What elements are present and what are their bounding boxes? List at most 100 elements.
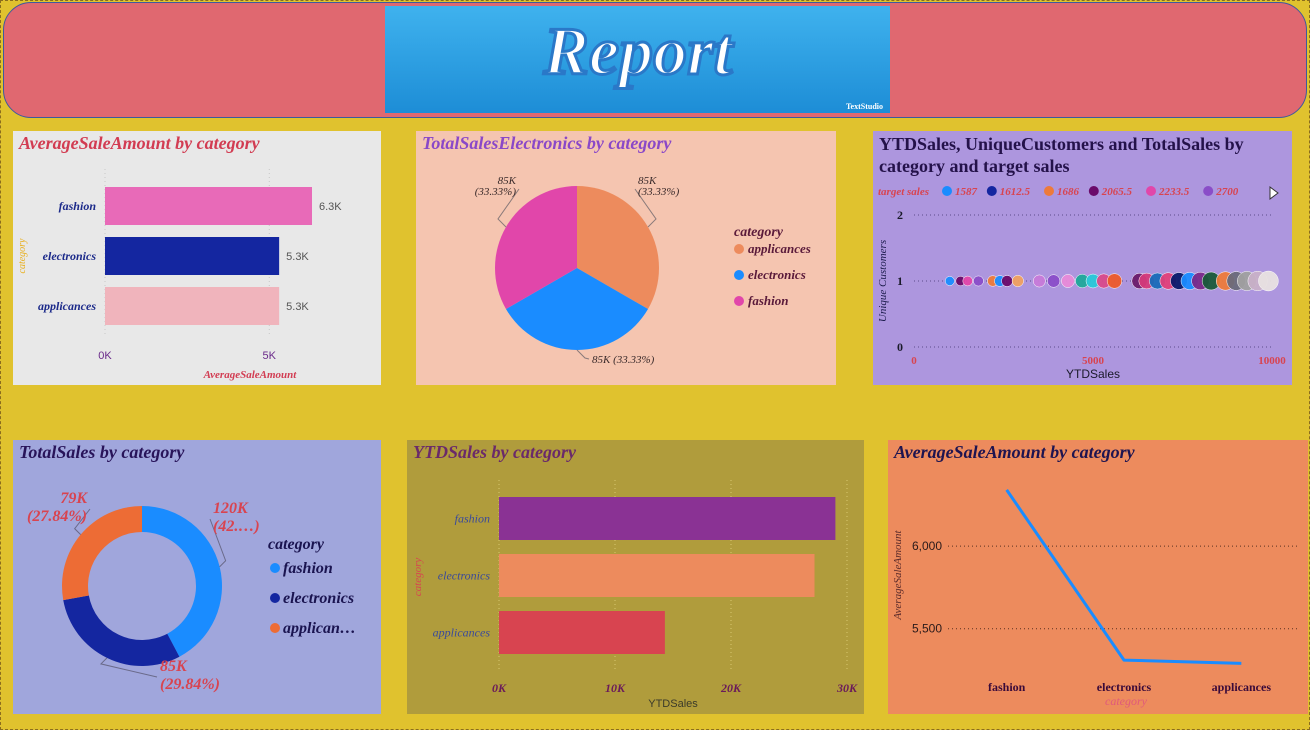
legend-marker bbox=[1146, 186, 1156, 196]
x-tick-label: applicances bbox=[1212, 680, 1272, 694]
legend-marker bbox=[734, 244, 744, 254]
legend-marker bbox=[270, 623, 280, 633]
bar bbox=[105, 287, 280, 325]
ytd-scatter-chart: target sales 1587 1612.5 1686 2065.5 2233.5 27… bbox=[877, 186, 1286, 381]
legend-title: target sales bbox=[878, 186, 929, 198]
category-label: applicances bbox=[38, 299, 96, 313]
scatter-point bbox=[1258, 270, 1279, 292]
scatter-point bbox=[944, 276, 955, 286]
bar bbox=[499, 554, 815, 597]
legend-label: electronics bbox=[283, 590, 354, 607]
logo-credit: TextStudio bbox=[846, 102, 883, 111]
x-axis-title: YTDSales bbox=[1066, 367, 1120, 381]
data-label: 120K (42.…) bbox=[213, 500, 260, 535]
legend-marker bbox=[734, 270, 744, 280]
bar bbox=[105, 237, 280, 275]
y-tick-label: 1 bbox=[897, 274, 903, 288]
legend-label: electronics bbox=[748, 267, 806, 282]
logo-text: Report bbox=[543, 13, 735, 89]
data-label: 6.3K bbox=[319, 201, 342, 213]
y-tick-label: 6,000 bbox=[912, 539, 942, 553]
x-tick-label: 10000 bbox=[1258, 355, 1286, 367]
legend-label: fashion bbox=[748, 293, 788, 308]
data-label: 85K (33.33%) bbox=[592, 354, 655, 366]
legend-marker bbox=[986, 186, 997, 196]
legend-marker bbox=[1044, 186, 1054, 196]
legend-label: 1686 bbox=[1057, 186, 1080, 198]
total-sales-donut-tile[interactable]: TotalSales by category 120K (42.…) 85K (29.… bbox=[13, 440, 381, 714]
scatter-point bbox=[1106, 273, 1123, 289]
ytd-sales-bar-chart: 0K 10K 20K 30K fashion electronics applicances… bbox=[412, 480, 858, 710]
legend-label: applican… bbox=[283, 620, 356, 637]
legend-marker bbox=[270, 563, 280, 573]
data-label: 85K (33.33%) bbox=[475, 175, 517, 198]
data-label: 85K (33.33%) bbox=[638, 175, 680, 198]
line-series bbox=[1005, 489, 1242, 665]
x-axis-title: YTDSales bbox=[648, 698, 698, 710]
legend-label: 2233.5 bbox=[1158, 186, 1190, 198]
y-tick-label: 0 bbox=[897, 340, 903, 354]
avg-sale-line-chart: 6,000 5,500 fashion electronics applicances c… bbox=[892, 489, 1300, 708]
y-tick-label: 2 bbox=[897, 208, 903, 222]
scatter-point bbox=[1001, 275, 1013, 287]
x-tick-label: 30K bbox=[836, 681, 858, 695]
data-label: 85K (29.84%) bbox=[160, 658, 220, 693]
data-label: 5.3K bbox=[286, 301, 309, 313]
x-tick-label: 10K bbox=[605, 681, 626, 695]
donut-slice bbox=[142, 506, 222, 657]
scatter-point bbox=[962, 275, 973, 287]
x-tick-label: 20K bbox=[720, 681, 742, 695]
legend-title: category bbox=[734, 225, 784, 240]
avg-sale-bar-tile[interactable]: AverageSaleAmount by category 0K 5K fashio… bbox=[13, 131, 381, 385]
ytd-scatter-tile[interactable]: YTDSales, UniqueCustomers and TotalSales… bbox=[873, 131, 1292, 385]
leader-line bbox=[576, 349, 590, 360]
ytd-sales-bar-tile[interactable]: YTDSales by category 0K 10K 20K 30K fashion e… bbox=[407, 440, 864, 714]
avg-sale-bar-chart: 0K 5K fashion 6.3K electronics 5.3K applicance… bbox=[17, 169, 342, 381]
legend-title: category bbox=[268, 536, 325, 553]
legend-marker bbox=[1203, 186, 1214, 196]
x-tick-label: 0 bbox=[911, 355, 917, 367]
report-logo: Report TextStudio bbox=[385, 6, 890, 113]
data-label: 5.3K bbox=[286, 251, 309, 263]
category-label: electronics bbox=[438, 569, 491, 583]
legend-marker bbox=[734, 296, 744, 306]
legend-label: 1587 bbox=[955, 186, 978, 198]
y-axis-title: Unique Customers bbox=[877, 240, 889, 322]
bar bbox=[105, 187, 312, 225]
x-tick-label: 0K bbox=[492, 681, 507, 695]
y-axis-title: category bbox=[17, 238, 28, 274]
x-axis-title: AverageSaleAmount bbox=[203, 369, 298, 381]
x-tick-label: electronics bbox=[1097, 680, 1152, 694]
legend-label: 2700 bbox=[1215, 186, 1239, 198]
avg-sale-line-tile[interactable]: AverageSaleAmount by category 6,000 5,500… bbox=[888, 440, 1308, 714]
y-axis-title: category bbox=[412, 558, 424, 597]
y-tick-label: 5,500 bbox=[912, 622, 942, 636]
legend-marker bbox=[942, 186, 952, 196]
y-axis-title: AverageSaleAmount bbox=[892, 529, 904, 620]
x-axis-title: category bbox=[1105, 694, 1148, 708]
legend-label: 1612.5 bbox=[1000, 186, 1031, 198]
donut-slice bbox=[63, 595, 180, 666]
scatter-point bbox=[1011, 275, 1024, 287]
electronics-pie-chart: 85K (33.33%) 85K (33.33%) 85K (33.33%) catego… bbox=[475, 175, 811, 366]
x-tick-label: fashion bbox=[988, 680, 1026, 694]
bar bbox=[499, 611, 665, 654]
category-label: fashion bbox=[59, 199, 97, 213]
scatter-point bbox=[973, 275, 984, 287]
legend-marker bbox=[270, 593, 280, 603]
total-sales-donut-chart: 120K (42.…) 85K (29.84%) 79K (27.84%) category… bbox=[27, 490, 356, 693]
chevron-right-icon bbox=[1269, 186, 1279, 200]
bar bbox=[499, 497, 836, 540]
legend-label: fashion bbox=[283, 560, 333, 577]
legend-marker bbox=[1088, 186, 1099, 196]
legend-next-arrow[interactable] bbox=[1267, 185, 1281, 201]
category-label: fashion bbox=[455, 512, 490, 526]
x-tick-label: 5K bbox=[263, 350, 277, 362]
data-label: 79K (27.84%) bbox=[27, 490, 88, 525]
legend-label: 2065.5 bbox=[1101, 186, 1133, 198]
electronics-pie-tile[interactable]: TotalSalesElectronics by category 85K (33… bbox=[416, 131, 836, 385]
scatter-point bbox=[1032, 274, 1046, 288]
x-tick-label: 5000 bbox=[1082, 355, 1105, 367]
x-tick-label: 0K bbox=[98, 350, 112, 362]
legend-label: applicances bbox=[748, 241, 811, 256]
